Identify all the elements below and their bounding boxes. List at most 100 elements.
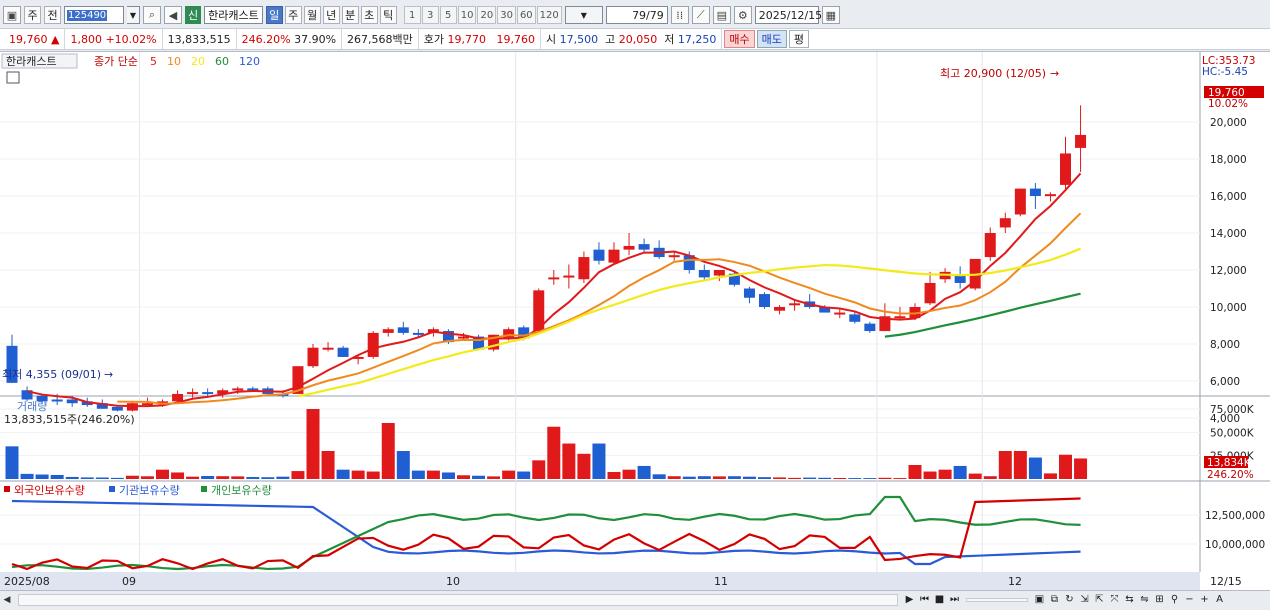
calendar-icon[interactable]: ▦ [821,6,840,24]
draw-line-icon[interactable]: ⟋ [691,6,710,24]
hc-readout: HC:-5.45 [1202,66,1248,78]
holding-legend: 외국인보유수량 기관보유수량 개인보유수량 [4,484,272,497]
interval-3[interactable]: 3 [421,6,439,24]
search-icon[interactable]: ⌕ [143,6,161,24]
volume-bar-23 [351,470,365,479]
volume-bar-48 [727,476,741,479]
shape-icon[interactable]: ⇋ [1137,593,1152,607]
sell-button[interactable]: 매도 [756,30,787,48]
price-tick-2: 16,000 [1210,191,1247,203]
ma-legend: 5 10 20 60 120 [150,55,260,68]
volume-bar-26 [396,451,410,479]
speed-slider[interactable] [966,597,1028,602]
code-input[interactable]: 125490 [64,6,124,24]
change-value: 1,800 [70,32,102,46]
timeframe-6[interactable]: 틱 [379,6,397,24]
fibo-icon[interactable]: ⤧ [1107,593,1122,607]
bar-count-field[interactable]: 79/79 [605,6,668,24]
low-label: 저 [664,33,675,46]
date-field[interactable]: 2025/12/15 [754,6,822,24]
ma-legend-5: 5 [150,55,157,68]
font-size-icon[interactable]: A [1212,593,1227,607]
price-pane-title: 한라캐스트 [6,55,57,68]
price-axis: 20,000 18,000 16,000 14,000 12,000 10,000 8,00… [1210,117,1247,425]
text-icon[interactable]: ⇆ [1122,593,1137,607]
chart-area[interactable]: 한라캐스트 종가 단순 5 10 20 60 120 → → 최고 20,900 (12/… [0,51,1270,590]
volume-bar-39 [592,443,606,479]
timeframe-0[interactable]: 일 [265,6,283,24]
forward-icon[interactable]: ⏭ [947,593,962,607]
timeframe-2[interactable]: 월 [303,6,321,24]
zoom-out-icon[interactable]: − [1182,593,1197,607]
volume-bar-70 [1059,454,1072,479]
candle-body-66 [999,218,1011,228]
holding-legend-swatch-1 [109,486,115,492]
ma-legend-20: 20 [191,55,205,68]
refresh-icon[interactable]: ↻ [1062,593,1077,607]
lock-icon[interactable]: ⊞ [1152,593,1167,607]
layout-icon[interactable]: ▣ [3,6,21,24]
change-pct: +10.02% [105,32,157,46]
ask1-value: 19,770 [447,32,487,46]
interval-30[interactable]: 30 [497,6,516,24]
volume-bar-68 [1028,457,1042,479]
square-icon[interactable]: ▣ [1032,593,1047,607]
candle-body-26 [397,327,409,333]
save-icon[interactable]: ▤ [712,6,731,24]
buy-button[interactable]: 매수 [724,30,755,48]
interval-20[interactable]: 20 [477,6,497,24]
volume-bar-28 [426,470,440,479]
code-value: 125490 [67,9,108,21]
timeframe-5[interactable]: 초 [360,6,378,24]
data-table-icon[interactable] [6,71,20,84]
scroll-left-icon[interactable]: ◀ [0,593,14,607]
ma10-line [117,212,1082,405]
stock-name-field[interactable]: 한라캐스트 [204,6,263,24]
interval-120[interactable]: 120 [536,6,562,24]
price-tick-6: 8,000 [1210,339,1240,351]
timeframe-3[interactable]: 년 [322,6,340,24]
interval-60[interactable]: 60 [516,6,536,24]
holding-legend-label-0: 외국인보유수량 [14,484,85,497]
rewind-icon[interactable]: ⏮ [917,593,932,607]
candle-body-49 [743,288,755,298]
candle-body-20 [307,347,319,367]
volume-bar-36 [547,426,561,479]
stop-icon[interactable]: ■ [932,593,947,607]
timeframe-4[interactable]: 분 [341,6,359,24]
volume-bar-22 [336,469,350,479]
scroll-bar: ◀ ▶ ⏮ ■ ⏭ ▣ ⧉ ↻ ⇲ ⇱ ⤧ ⇆ ⇋ ⊞ ⚲ − + A [0,590,1270,608]
candle-body-55 [834,312,846,315]
copy-icon[interactable]: ⧉ [1047,593,1062,607]
speaker-icon[interactable]: ◀ [164,6,182,24]
volume-bar-59 [893,478,907,479]
price-tick-1: 18,000 [1210,154,1247,166]
zoom-icon[interactable]: ⚲ [1167,593,1182,607]
play-icon[interactable]: ▶ [902,593,917,607]
volume-bar-5 [80,477,94,479]
volume-value: 13,833,515 [163,29,237,49]
average-button[interactable]: 평 [788,30,810,48]
volume-bar-9 [140,476,154,479]
volume-bar-65 [983,476,997,479]
interval-1[interactable]: 1 [403,6,421,24]
code-dropdown-icon[interactable]: ▼ [127,6,140,24]
indicator-icon[interactable]: ⁞⁞ [670,6,689,24]
volume-bar-49 [742,476,756,479]
interval-dropdown[interactable]: ▼ [564,6,603,24]
prev-button[interactable]: 전 [44,6,61,24]
scroll-track[interactable] [18,593,898,606]
interval-10[interactable]: 10 [457,6,477,24]
trend-icon[interactable]: ⇱ [1092,593,1107,607]
zoom-in-icon[interactable]: + [1197,593,1212,607]
candle-body-38 [578,257,590,280]
volume-ratio: 246.20% 37.90% [237,29,343,49]
price-tick-0: 20,000 [1210,117,1247,129]
gear-icon[interactable]: ⚙ [733,6,752,24]
period-select[interactable]: 주 [24,6,41,24]
crosshair-icon[interactable]: ⇲ [1077,593,1092,607]
last-pct-tag-text: 10.02% [1208,98,1248,110]
timeframe-1[interactable]: 주 [284,6,302,24]
interval-5[interactable]: 5 [439,6,457,24]
candle-body-9 [141,403,153,406]
